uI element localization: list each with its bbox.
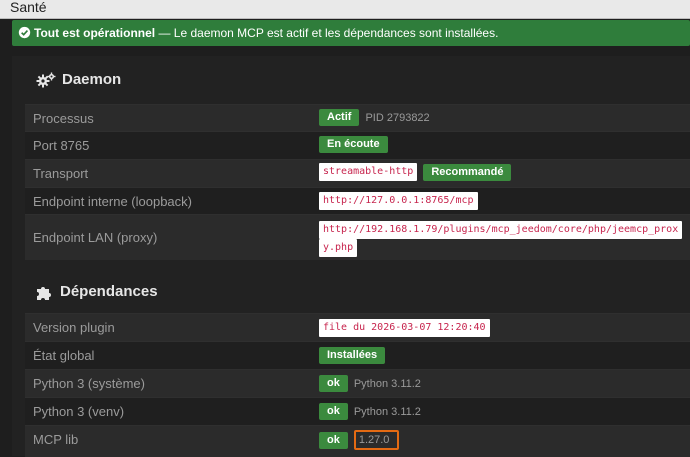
row-python-system: Python 3 (système) ok Python 3.11.2 — [25, 369, 690, 397]
row-endpoint-lan: Endpoint LAN (proxy) http://192.168.1.79… — [25, 214, 690, 260]
ok-badge: ok — [319, 375, 348, 392]
row-global-state: État global Installées — [25, 341, 690, 369]
installed-badge: Installées — [319, 347, 386, 364]
row-label: MCP lib — [33, 432, 79, 447]
endpoint-lan-code-line2: y.php — [319, 239, 358, 257]
health-header: Santé — [0, 0, 690, 19]
row-label: Endpoint interne (loopback) — [33, 194, 192, 209]
endpoint-lan-value: http://192.168.1.79/plugins/mcp_jeedom/c… — [319, 221, 683, 257]
mcp-lib-version-highlight: 1.27.0 — [353, 430, 400, 450]
dependencies-section-title: Dépendances — [36, 283, 158, 300]
ok-badge: ok — [319, 431, 348, 449]
row-mcp-lib: MCP lib ok 1.27.0 — [25, 425, 690, 457]
row-version-plugin: Version plugin file du 2026-03-07 12:20:… — [25, 313, 690, 341]
ok-badge: ok — [319, 403, 348, 420]
status-alert: Tout est opérationnel — Le daemon MCP es… — [12, 20, 690, 46]
pid-text: PID 2793822 — [365, 111, 430, 124]
check-circle-icon — [18, 26, 31, 39]
status-alert-text: — Le daemon MCP est actif et les dépenda… — [155, 26, 499, 40]
row-label: Endpoint LAN (proxy) — [33, 230, 158, 245]
status-badge-actif: Actif — [319, 109, 360, 126]
daemon-section-title: Daemon — [36, 71, 121, 88]
row-endpoint-internal: Endpoint interne (loopback) http://127.0… — [25, 187, 690, 214]
endpoint-internal-code: http://127.0.0.1:8765/mcp — [319, 192, 478, 210]
python-version-text: Python 3.11.2 — [353, 377, 421, 390]
plugin-version-code: file du 2026-03-07 12:20:40 — [319, 319, 490, 337]
row-label: Transport — [33, 166, 89, 181]
row-label: Python 3 (système) — [33, 376, 145, 391]
row-label: Processus — [33, 111, 94, 126]
row-label: État global — [33, 348, 95, 363]
row-transport: Transport streamable-http Recommandé — [25, 159, 690, 187]
cogs-icon — [36, 72, 56, 87]
python-version-text: Python 3.11.2 — [353, 405, 421, 418]
puzzle-icon — [37, 286, 51, 300]
row-port: Port 8765 En écoute — [25, 131, 690, 159]
endpoint-lan-code-line1: http://192.168.1.79/plugins/mcp_jeedom/c… — [319, 221, 683, 239]
row-label: Port 8765 — [33, 138, 90, 153]
daemon-title: Daemon — [62, 71, 122, 88]
status-alert-strong: Tout est opérationnel — [34, 26, 156, 40]
row-python-venv: Python 3 (venv) ok Python 3.11.2 — [25, 397, 690, 425]
status-badge-listening: En écoute — [319, 136, 388, 153]
row-processus: Processus Actif PID 2793822 — [25, 104, 690, 131]
recommended-badge: Recommandé — [423, 163, 512, 181]
row-label: Version plugin — [33, 320, 115, 335]
dependencies-title: Dépendances — [60, 283, 158, 300]
row-label: Python 3 (venv) — [33, 404, 125, 419]
page-title: Santé — [10, 0, 47, 15]
transport-code: streamable-http — [319, 163, 418, 181]
